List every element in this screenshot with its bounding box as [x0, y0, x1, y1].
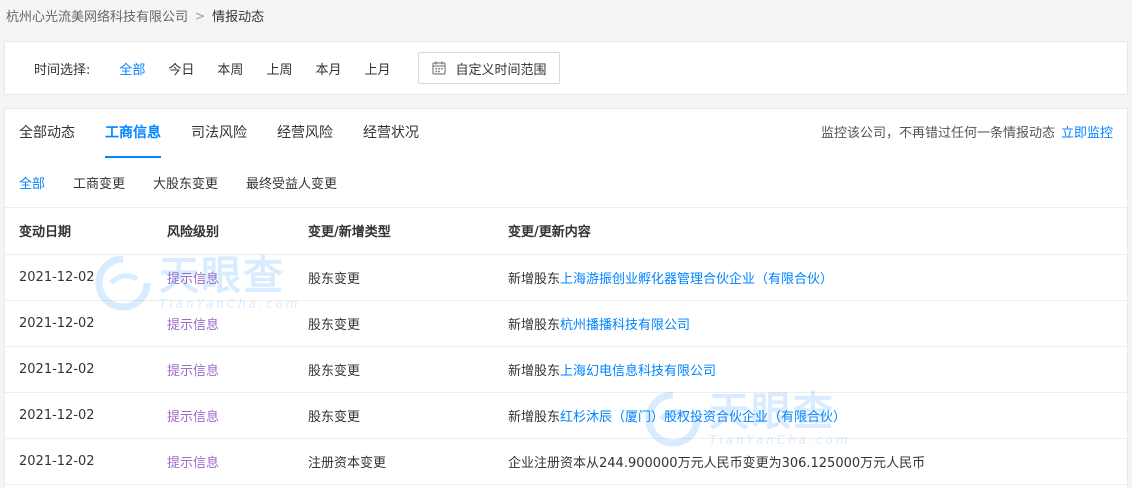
- tab-all-updates[interactable]: 全部动态: [19, 109, 75, 158]
- row-content: 新增股东杭州播播科技有限公司: [494, 300, 1127, 347]
- row-change-type: 股东变更: [294, 346, 494, 393]
- row-risk-level: 提示信息: [153, 346, 294, 393]
- breadcrumb-company-link[interactable]: 杭州心光流美网络科技有限公司: [6, 6, 188, 25]
- row-risk-level: 提示信息: [153, 254, 294, 301]
- column-header-date: 变动日期: [5, 208, 153, 255]
- subtab-all[interactable]: 全部: [19, 173, 45, 192]
- shareholder-link[interactable]: 上海幻电信息科技有限公司: [560, 364, 716, 379]
- time-filter-bar: 时间选择: 全部 今日 本周 上周 本月 上月 自定义时间范围: [4, 41, 1128, 95]
- row-content: 企业注册资本从244.900000万元人民币变更为306.125000万元人民币: [494, 438, 1127, 485]
- tab-operating-risk[interactable]: 经营风险: [277, 109, 333, 158]
- table-row: 2021-12-02 提示信息 股东变更 新增股东红杉沐辰（厦门）股权投资合伙企…: [5, 392, 1127, 439]
- row-risk-level: 提示信息: [153, 438, 294, 485]
- custom-time-range-button[interactable]: 自定义时间范围: [418, 52, 561, 84]
- monitor-now-link[interactable]: 立即监控: [1061, 126, 1113, 141]
- table-row: 2021-12-02 提示信息 注册资本变更 企业注册资本从244.900000…: [5, 438, 1127, 485]
- row-date: 2021-12-02: [5, 300, 153, 347]
- row-change-type: 股东变更: [294, 300, 494, 347]
- column-header-content: 变更/更新内容: [494, 208, 1127, 255]
- time-filter-label: 时间选择:: [34, 62, 91, 78]
- row-date: 2021-12-02: [5, 438, 153, 485]
- row-content-prefix: 新增股东: [508, 317, 561, 333]
- table-header-row: 变动日期 风险级别 变更/新增类型 变更/更新内容: [5, 208, 1127, 255]
- time-option-this-week[interactable]: 本周: [217, 59, 243, 78]
- tab-business-info[interactable]: 工商信息: [105, 109, 161, 158]
- row-change-type: 注册资本变更: [294, 438, 494, 485]
- breadcrumb-current: 情报动态: [212, 10, 265, 25]
- monitor-prompt: 监控该公司，不再错过任何一条情报动态 立即监控: [821, 109, 1113, 158]
- tab-judicial-risk[interactable]: 司法风险: [191, 109, 247, 158]
- breadcrumb-separator: >: [195, 8, 206, 23]
- row-date: 2021-12-02: [5, 392, 153, 439]
- table-row: 2021-12-02 提示信息 股东变更 新增股东上海幻电信息科技有限公司: [5, 346, 1127, 393]
- calendar-icon: [432, 61, 446, 75]
- row-content: 新增股东红杉沐辰（厦门）股权投资合伙企业（有限合伙）: [494, 392, 1127, 439]
- row-change-type: 股东变更: [294, 254, 494, 301]
- row-content-prefix: 新增股东: [508, 363, 561, 379]
- column-header-risk-level: 风险级别: [153, 208, 294, 255]
- tab-operating-status[interactable]: 经营状况: [363, 109, 419, 158]
- time-option-all[interactable]: 全部: [119, 59, 145, 78]
- row-content: 新增股东上海幻电信息科技有限公司: [494, 346, 1127, 393]
- intel-feed-panel: 全部动态 工商信息 司法风险 经营风险 经营状况 监控该公司，不再错过任何一条情…: [4, 108, 1128, 488]
- subtab-beneficial-owner-change[interactable]: 最终受益人变更: [246, 173, 337, 192]
- time-option-last-month[interactable]: 上月: [364, 59, 390, 78]
- subtab-major-shareholder-change[interactable]: 大股东变更: [153, 173, 218, 192]
- table-row: 2021-12-02 提示信息 股东变更 新增股东上海游振创业孵化器管理合伙企业…: [5, 254, 1127, 301]
- subtab-business-change[interactable]: 工商变更: [73, 173, 125, 192]
- change-records-table: 变动日期 风险级别 变更/新增类型 变更/更新内容 2021-12-02 提示信…: [5, 208, 1127, 485]
- row-risk-level: 提示信息: [153, 392, 294, 439]
- shareholder-link[interactable]: 红杉沐辰（厦门）股权投资合伙企业（有限合伙）: [560, 410, 846, 425]
- row-content-prefix: 新增股东: [508, 271, 561, 287]
- row-date: 2021-12-02: [5, 254, 153, 301]
- row-risk-level: 提示信息: [153, 300, 294, 347]
- row-content-prefix: 新增股东: [508, 409, 561, 425]
- shareholder-link[interactable]: 上海游振创业孵化器管理合伙企业（有限合伙）: [560, 272, 833, 287]
- time-option-this-month[interactable]: 本月: [315, 59, 341, 78]
- breadcrumb: 杭州心光流美网络科技有限公司 > 情报动态: [0, 0, 1132, 31]
- custom-time-range-label: 自定义时间范围: [455, 62, 547, 78]
- sub-category-tabs: 全部 工商变更 大股东变更 最终受益人变更: [5, 158, 1127, 208]
- row-content: 新增股东上海游振创业孵化器管理合伙企业（有限合伙）: [494, 254, 1127, 301]
- row-change-type: 股东变更: [294, 392, 494, 439]
- time-option-last-week[interactable]: 上周: [266, 59, 292, 78]
- category-tabs: 全部动态 工商信息 司法风险 经营风险 经营状况 监控该公司，不再错过任何一条情…: [5, 109, 1127, 158]
- monitor-text: 监控该公司，不再错过任何一条情报动态: [820, 126, 1055, 141]
- column-header-change-type: 变更/新增类型: [294, 208, 494, 255]
- table-row: 2021-12-02 提示信息 股东变更 新增股东杭州播播科技有限公司: [5, 300, 1127, 347]
- row-date: 2021-12-02: [5, 346, 153, 393]
- shareholder-link[interactable]: 杭州播播科技有限公司: [560, 318, 690, 333]
- time-option-today[interactable]: 今日: [168, 59, 194, 78]
